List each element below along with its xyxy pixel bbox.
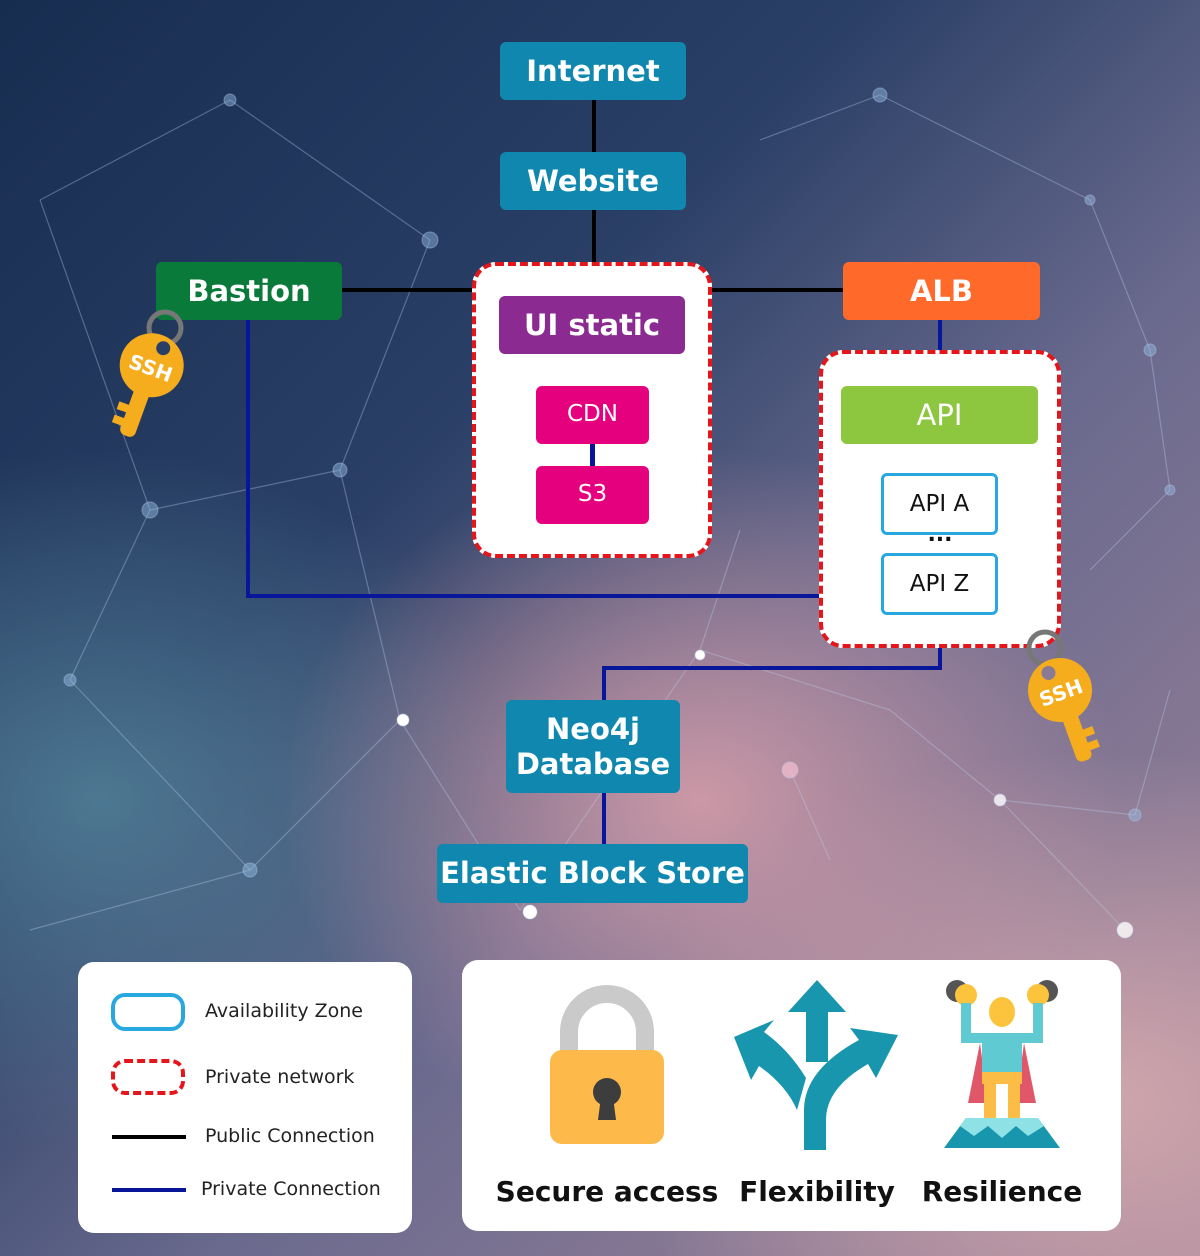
api-ellipsis: ...: [927, 522, 953, 547]
internet-node: Internet: [500, 42, 686, 100]
public-connection-website-ui: [592, 210, 596, 264]
private-connection-swatch: [112, 1188, 186, 1192]
cdn-node: CDN: [536, 386, 649, 444]
api-z-node: API Z: [881, 553, 998, 615]
api-node: API: [841, 386, 1038, 444]
database-label: Database: [515, 746, 671, 781]
private-connection-bastion-horizontal: [246, 594, 820, 598]
public-connection-internet-website: [592, 100, 596, 152]
legend-private-network: Private network: [205, 1066, 355, 1088]
private-connection-neo4j-ebs: [602, 792, 606, 846]
neo4j-label: Neo4j: [546, 711, 640, 746]
ssh-key-icon: SSH: [1026, 629, 1100, 762]
public-connection-alb: [710, 288, 844, 292]
features-panel: Secure access Flexibility Resilience: [462, 960, 1121, 1231]
private-connection-api-horizontal: [602, 666, 942, 670]
legend-public-connection: Public Connection: [205, 1125, 375, 1147]
legend-availability-zone: Availability Zone: [205, 1000, 363, 1022]
legend-panel: Availability Zone Private network Public…: [78, 962, 412, 1233]
alb-node: ALB: [843, 262, 1040, 320]
private-connection-bastion-vertical: [246, 320, 250, 598]
website-node: Website: [500, 152, 686, 210]
legend-private-connection: Private Connection: [201, 1178, 381, 1200]
private-connection-to-neo4j: [602, 666, 606, 702]
public-connection-swatch: [112, 1135, 186, 1139]
feature-resilience: Resilience: [921, 1175, 1083, 1208]
ui-static-node: UI static: [499, 296, 685, 354]
ssh-key-icon: SSH: [111, 309, 184, 437]
private-connection-cdn-s3: [590, 444, 595, 466]
private-connection-alb-api: [938, 320, 942, 352]
feature-secure-access: Secure access: [495, 1175, 719, 1208]
availability-zone-swatch: [111, 993, 185, 1031]
branching-arrows-icon: [734, 980, 898, 1150]
s3-node: S3: [536, 466, 649, 524]
elastic-block-store-node: Elastic Block Store: [437, 844, 748, 903]
neo4j-database-node: Neo4j Database: [506, 700, 680, 793]
private-network-swatch: [111, 1059, 185, 1095]
strong-hero-icon: [944, 980, 1060, 1148]
feature-flexibility: Flexibility: [739, 1175, 895, 1208]
padlock-icon: [550, 985, 664, 1144]
public-connection-bastion: [342, 288, 474, 292]
